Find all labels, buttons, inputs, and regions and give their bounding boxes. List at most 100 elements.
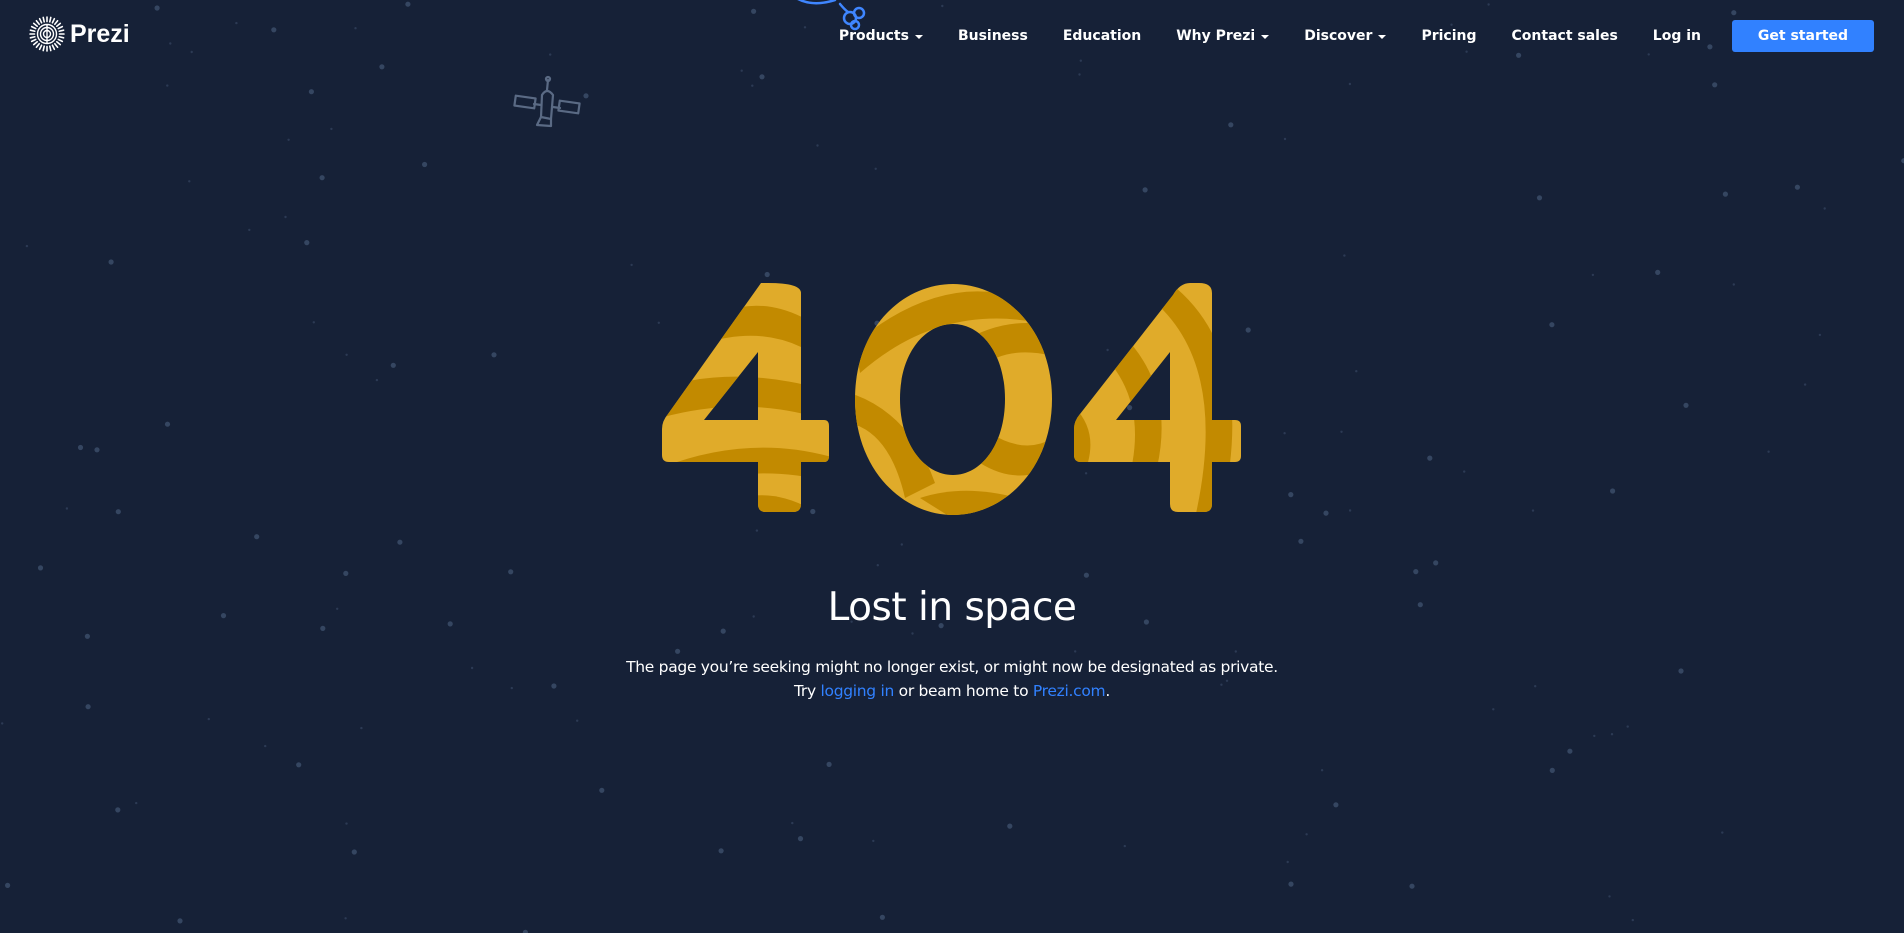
nav-item-label: Education (1062, 28, 1142, 44)
digit-4-left (662, 283, 829, 512)
star (1631, 918, 1635, 922)
star (1123, 844, 1127, 848)
message-line-2: Try logging in or beam home to Prezi.com… (0, 679, 1904, 703)
get-started-button[interactable]: Get started (1732, 20, 1874, 52)
caret-down-icon (914, 35, 923, 39)
star (94, 447, 100, 453)
star (1610, 488, 1616, 494)
star (740, 69, 743, 72)
star (164, 421, 171, 427)
star (911, 632, 914, 635)
star (354, 27, 357, 30)
star (1593, 734, 1596, 738)
star (879, 914, 886, 920)
login-link[interactable]: logging in (821, 682, 895, 700)
nav-item-discover[interactable]: Discover (1304, 28, 1387, 44)
star (1286, 860, 1289, 864)
caret-down-icon (1261, 35, 1270, 39)
star (549, 53, 552, 56)
error-page: Prezi Products Business Education Why Pr… (0, 0, 1904, 933)
star (84, 633, 90, 639)
star (154, 5, 160, 11)
star (284, 215, 287, 219)
star (1647, 53, 1650, 56)
nav-item-products[interactable]: Products (839, 28, 923, 44)
page-title: Lost in space (827, 585, 1077, 630)
star (816, 144, 819, 147)
star (304, 240, 310, 246)
star (345, 353, 348, 356)
star (675, 648, 681, 654)
star (397, 539, 403, 545)
star (1333, 802, 1339, 808)
star (190, 50, 193, 54)
star (1732, 283, 1736, 286)
star (576, 719, 579, 722)
star (271, 27, 277, 33)
star (1823, 207, 1826, 210)
nav-item-business[interactable]: Business (958, 28, 1028, 44)
star (1305, 833, 1308, 836)
star (764, 271, 770, 278)
nav-item-label: Contact sales (1511, 28, 1618, 44)
star (248, 228, 251, 232)
star (1549, 767, 1555, 774)
star (755, 529, 759, 532)
star (375, 378, 379, 382)
star (1228, 122, 1234, 128)
star (1283, 432, 1286, 435)
star (77, 444, 84, 451)
star (1298, 538, 1304, 544)
star (1721, 831, 1724, 834)
prezi-logo[interactable]: Prezi (29, 16, 130, 52)
star (135, 801, 138, 805)
star (312, 321, 315, 324)
star (1549, 322, 1555, 328)
star (1516, 52, 1522, 58)
star (1007, 823, 1013, 829)
star (25, 244, 29, 248)
nav-item-why-prezi[interactable]: Why Prezi (1176, 28, 1270, 44)
star (826, 761, 832, 768)
digit-4-right (1074, 283, 1241, 512)
star (1794, 184, 1800, 190)
star (1348, 82, 1352, 86)
nav-item-label: Log in (1652, 28, 1701, 44)
star (1655, 269, 1661, 275)
star (1288, 881, 1294, 887)
star (177, 918, 183, 924)
star (235, 21, 238, 25)
star (345, 822, 348, 825)
star (85, 704, 91, 710)
nav-item-contact-sales[interactable]: Contact sales (1512, 28, 1618, 44)
star (360, 726, 363, 730)
star (1142, 187, 1148, 193)
caret-down-icon (1378, 35, 1387, 39)
star (5, 882, 11, 889)
nav-item-pricing[interactable]: Pricing (1421, 28, 1476, 44)
star (115, 807, 121, 813)
star (37, 565, 44, 571)
star (1818, 333, 1822, 337)
message-prefix: Try (794, 682, 816, 700)
star (1348, 509, 1352, 512)
nav-item-log-in[interactable]: Log in (1653, 28, 1701, 44)
star (296, 762, 302, 768)
home-link[interactable]: Prezi.com (1033, 682, 1106, 700)
star (379, 64, 385, 70)
brand-name: Prezi (70, 19, 130, 48)
error-code-404-graphic (662, 283, 1241, 515)
star (872, 839, 875, 843)
nav-item-education[interactable]: Education (1063, 28, 1141, 44)
star (900, 543, 903, 546)
message-line-1: The page you’re seeking might no longer … (626, 658, 1278, 676)
star (1355, 370, 1358, 373)
star (308, 89, 314, 95)
star (1591, 273, 1595, 277)
star (1323, 510, 1329, 516)
star (1234, 650, 1238, 653)
star (759, 74, 765, 80)
star (1409, 883, 1415, 889)
star (405, 1, 411, 7)
star (791, 821, 794, 825)
